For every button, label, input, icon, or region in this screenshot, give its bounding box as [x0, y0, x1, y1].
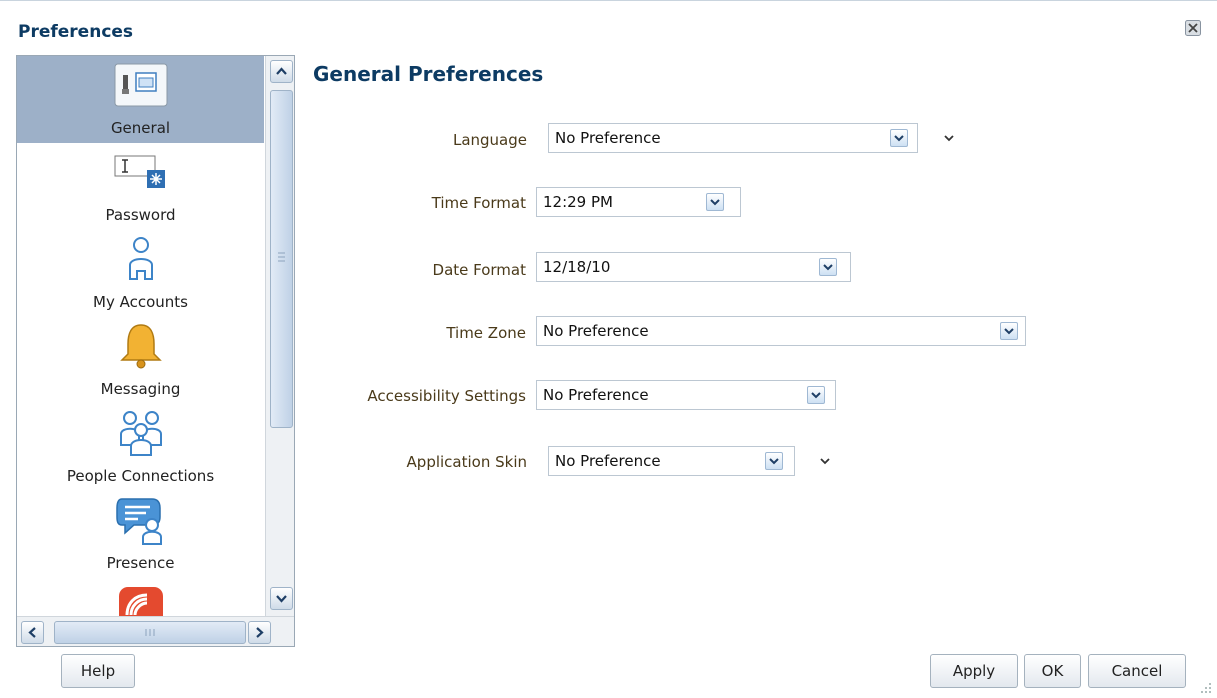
chevron-left-icon — [28, 627, 36, 638]
date-format-select[interactable]: 12/18/10 — [536, 252, 851, 282]
select-value: No Preference — [555, 129, 661, 147]
select-value: 12/18/10 — [543, 258, 611, 276]
nav-item-people-connections[interactable]: People Connections — [17, 404, 264, 491]
general-settings-icon — [114, 63, 167, 107]
scroll-left-button[interactable] — [21, 621, 44, 644]
dialog-title: Preferences — [18, 22, 134, 42]
time-format-select[interactable]: 12:29 PM — [536, 187, 741, 217]
scroll-right-button[interactable] — [248, 621, 271, 644]
chevron-down-icon — [823, 264, 833, 271]
dropdown-arrow[interactable] — [807, 386, 825, 404]
dropdown-arrow[interactable] — [765, 452, 783, 470]
chevron-down-icon — [1004, 328, 1014, 335]
presence-chat-icon — [115, 498, 162, 545]
chevron-up-icon — [276, 67, 287, 75]
nav-item-label: Presence — [106, 554, 175, 572]
people-group-icon — [119, 411, 162, 456]
select-value: No Preference — [555, 452, 661, 470]
chevron-down-icon — [276, 595, 287, 603]
chevron-down-icon — [710, 199, 720, 206]
date-format-label: Date Format — [432, 261, 526, 279]
help-button[interactable]: Help — [61, 654, 135, 688]
password-field-icon — [114, 155, 165, 188]
top-rule — [0, 0, 1217, 9]
nav-item-general[interactable]: General — [17, 56, 264, 143]
chevron-down-icon — [894, 135, 904, 142]
ok-button[interactable]: OK — [1024, 654, 1081, 688]
section-title: General Preferences — [313, 62, 544, 86]
scroll-up-button[interactable] — [270, 60, 293, 83]
chevron-down-icon — [811, 392, 821, 399]
select-value: No Preference — [543, 386, 649, 404]
nav-item-feed[interactable] — [17, 578, 264, 616]
apply-button[interactable]: Apply — [930, 654, 1018, 688]
user-icon — [128, 237, 153, 280]
dropdown-arrow[interactable] — [1000, 322, 1018, 340]
bell-icon — [119, 324, 162, 369]
cancel-button[interactable]: Cancel — [1088, 654, 1186, 688]
feed-icon — [118, 587, 163, 616]
accessibility-settings-select[interactable]: No Preference — [536, 380, 836, 410]
select-value: 12:29 PM — [543, 193, 613, 211]
dropdown-arrow[interactable] — [890, 129, 908, 147]
select-value: No Preference — [543, 322, 649, 340]
application-skin-label: Application Skin — [406, 453, 527, 471]
scroll-thumb[interactable] — [54, 621, 246, 644]
accessibility-settings-label: Accessibility Settings — [367, 387, 526, 405]
language-label: Language — [452, 131, 527, 149]
dropdown-arrow[interactable] — [706, 193, 724, 211]
nav-item-password[interactable]: Password — [17, 143, 264, 230]
grip-lines-icon — [145, 629, 155, 636]
chevron-down-icon — [769, 458, 779, 465]
language-select[interactable]: No Preference — [548, 123, 918, 153]
nav-item-label: My Accounts — [93, 293, 188, 311]
close-button[interactable] — [1185, 20, 1201, 36]
application-skin-select[interactable]: No Preference — [548, 446, 795, 476]
nav-item-presence[interactable]: Presence — [17, 491, 264, 578]
resize-grip-icon[interactable] — [1199, 681, 1213, 695]
chevron-down-icon[interactable] — [818, 454, 832, 468]
time-zone-label: Time Zone — [446, 324, 526, 342]
time-zone-select[interactable]: No Preference — [536, 316, 1026, 346]
time-format-label: Time Format — [431, 194, 526, 212]
scroll-down-button[interactable] — [270, 587, 293, 610]
close-icon — [1185, 20, 1201, 36]
dropdown-arrow[interactable] — [819, 258, 837, 276]
chevron-down-icon[interactable] — [942, 131, 956, 145]
chevron-right-icon — [256, 627, 264, 638]
nav-horizontal-scrollbar[interactable] — [17, 616, 294, 646]
